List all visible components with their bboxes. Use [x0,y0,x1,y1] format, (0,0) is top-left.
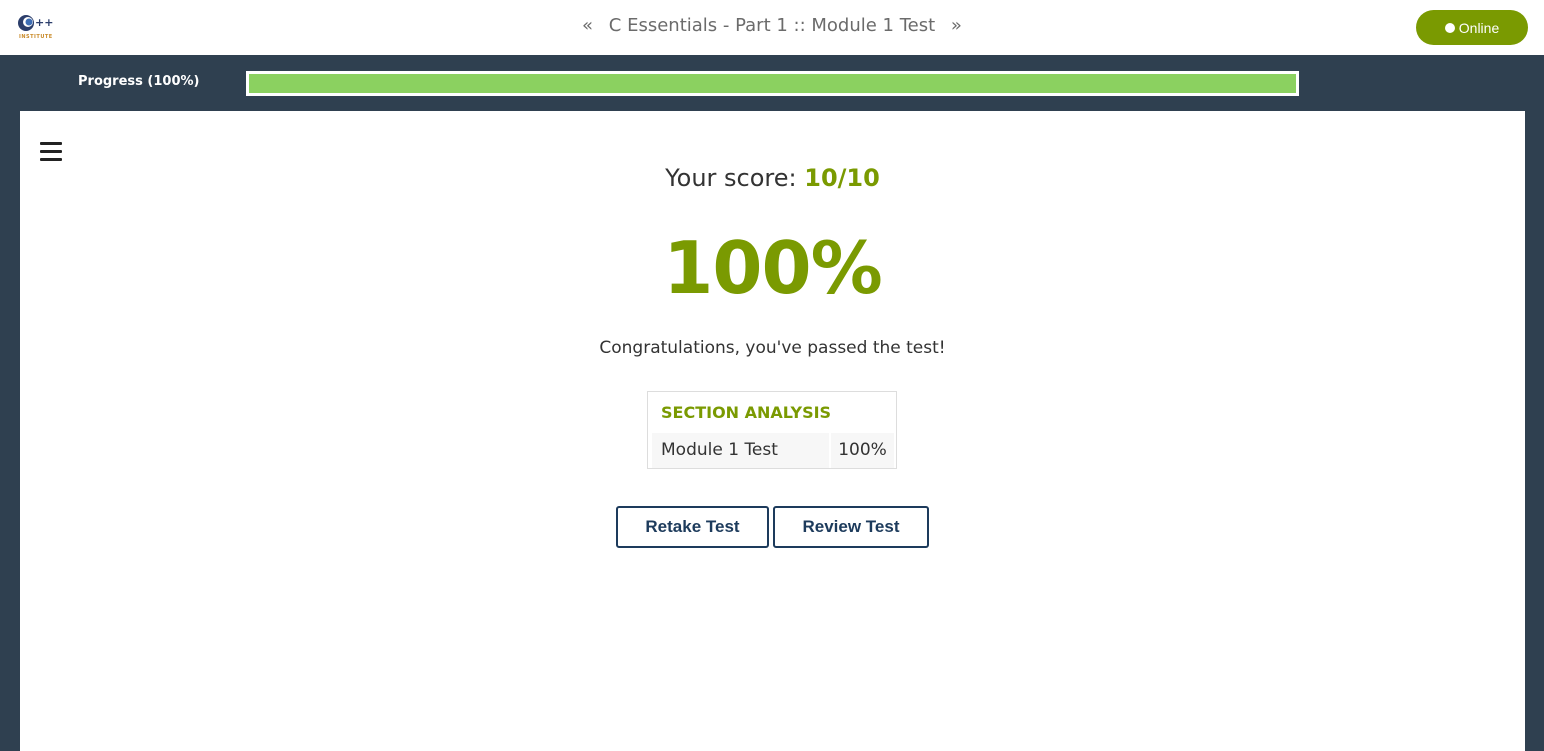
review-test-button[interactable]: Review Test [773,506,929,548]
section-analysis-table: SECTION ANALYSIS Module 1 Test 100% [647,391,897,469]
section-analysis-title: SECTION ANALYSIS [661,403,832,422]
test-title: C Essentials - Part 1 :: Module 1 Test [608,15,936,36]
top-bar: ++ INSTITUTE « C Essentials - Part 1 :: … [0,0,1544,55]
progress-bar [246,71,1299,96]
section-score-cell: 100% [831,433,894,468]
hamburger-menu-icon[interactable] [40,142,62,162]
score-percent: 100% [663,226,882,310]
score-prefix: Your score: [665,164,805,192]
score-line: Your score: 10/10 [20,164,1525,192]
section-name-cell: Module 1 Test [652,433,829,468]
double-chevron-right-icon[interactable]: » [941,15,972,36]
progress-bar-fill [249,74,1296,93]
online-status-label: Online [1458,19,1500,36]
retake-test-button[interactable]: Retake Test [616,506,769,548]
progress-label: Progress (100%) [78,74,200,89]
online-status-button[interactable]: Online [1416,10,1528,45]
result-message: Congratulations, you've passed the test! [599,338,946,358]
test-navigation: « C Essentials - Part 1 :: Module 1 Test… [0,15,1544,36]
status-dot-icon [1444,22,1455,33]
score-value: 10/10 [804,164,880,192]
results-panel: Your score: 10/10 100% Congratulations, … [20,111,1525,751]
double-chevron-left-icon[interactable]: « [572,15,603,36]
